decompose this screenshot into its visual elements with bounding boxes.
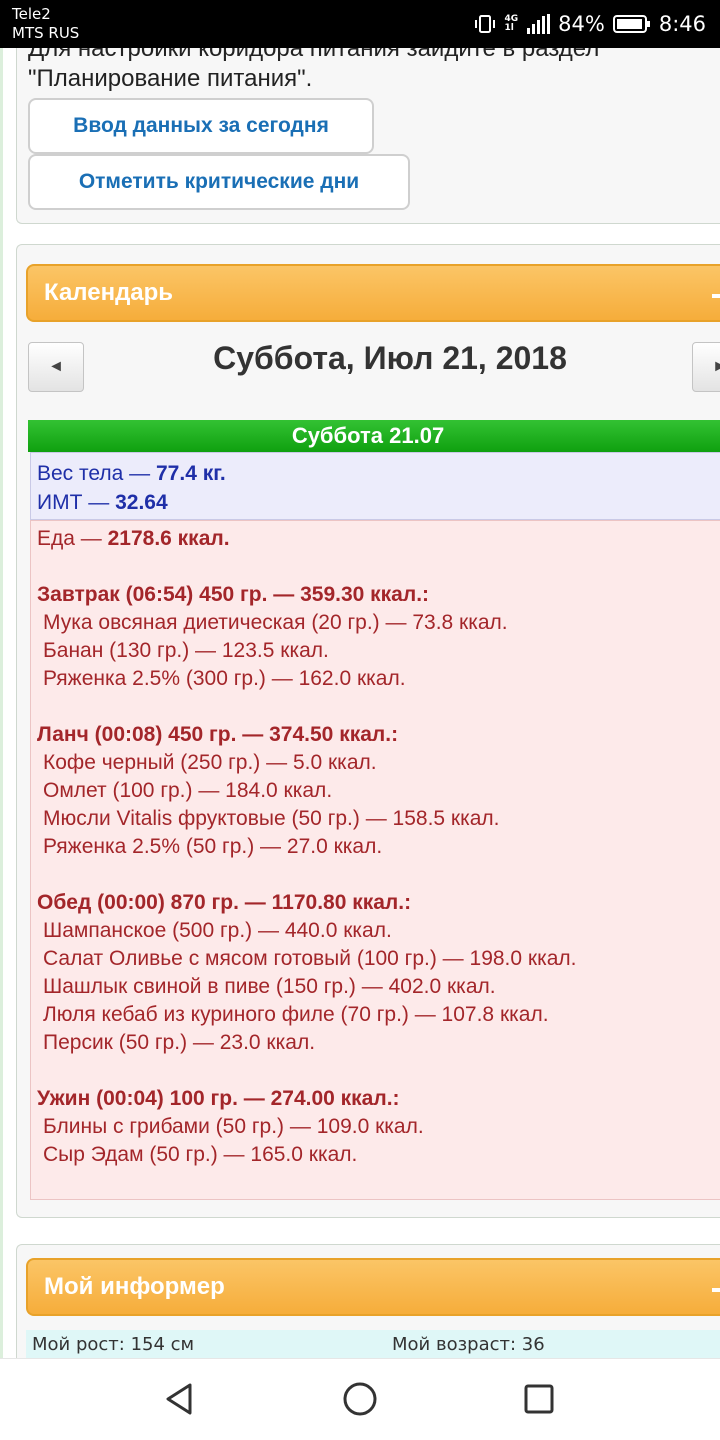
meal-breakfast: Завтрак (06:54) 450 гр. — 359.30 ккал.: … bbox=[37, 581, 720, 693]
food-label: Еда — bbox=[37, 527, 108, 550]
meal-item: Люля кебаб из куриного филе (70 гр.) — 1… bbox=[43, 1003, 549, 1026]
back-icon[interactable] bbox=[162, 1381, 198, 1417]
meal-title: Ужин (00:04) 100 гр. — 274.00 ккал.: bbox=[37, 1087, 400, 1110]
carrier-2: MTS RUS bbox=[12, 24, 80, 42]
home-icon[interactable] bbox=[342, 1381, 378, 1417]
bmi-value: 32.64 bbox=[115, 491, 168, 514]
next-day-button[interactable]: ► bbox=[692, 342, 720, 392]
weight-label: Вес тела — bbox=[37, 462, 156, 485]
carrier-1: Tele2 bbox=[12, 5, 51, 23]
battery-icon bbox=[612, 15, 650, 33]
meal-item: Сыр Эдам (50 гр.) — 165.0 ккал. bbox=[43, 1143, 358, 1166]
meal-item: Блины с грибами (50 гр.) — 109.0 ккал. bbox=[43, 1115, 424, 1138]
meal-item: Ряженка 2.5% (300 гр.) — 162.0 ккал. bbox=[43, 667, 406, 690]
weight-value: 77.4 кг. bbox=[156, 462, 226, 485]
meal-item: Шашлык свиной в пиве (150 гр.) — 402.0 к… bbox=[43, 975, 496, 998]
meal-item: Мука овсяная диетическая (20 гр.) — 73.8… bbox=[43, 611, 508, 634]
meal-title: Завтрак (06:54) 450 гр. — 359.30 ккал.: bbox=[37, 583, 430, 606]
meal-supper: Ужин (00:04) 100 гр. — 274.00 ккал.: Бли… bbox=[37, 1085, 720, 1169]
day-header: Суббота 21.07 bbox=[28, 420, 720, 452]
weight-box: Вес тела — 77.4 кг. ИМТ — 32.64 bbox=[30, 452, 720, 520]
meal-item: Кофе черный (250 гр.) — 5.0 ккал. bbox=[43, 751, 377, 774]
collapse-icon[interactable] bbox=[712, 294, 720, 298]
informer-strip: Мой рост: 154 см Мой возраст: 36 bbox=[26, 1330, 720, 1358]
vibrate-icon bbox=[475, 15, 496, 33]
calendar-section-header[interactable]: Календарь bbox=[26, 264, 720, 322]
app-screen: Tele2 MTS RUS 4G 1l 84% 8:46 Для настрой… bbox=[0, 0, 720, 1440]
status-icons: 4G 1l 84% 8:46 bbox=[474, 10, 706, 38]
left-border bbox=[0, 48, 3, 1358]
meal-title: Обед (00:00) 870 гр. — 1170.80 ккал.: bbox=[37, 891, 412, 914]
bmi-label: ИМТ — bbox=[37, 491, 116, 514]
informer-age: Мой возраст: 36 bbox=[392, 1334, 545, 1355]
food-total: Еда — 2178.6 ккал. bbox=[37, 525, 720, 553]
battery-percent: 84% bbox=[558, 12, 605, 36]
meal-item: Шампанское (500 гр.) — 440.0 ккал. bbox=[43, 919, 392, 942]
status-bar: Tele2 MTS RUS 4G 1l 84% 8:46 bbox=[0, 0, 720, 48]
network-type-bottom: 1l bbox=[504, 23, 514, 33]
planning-note-line2: "Планирование питания". bbox=[28, 65, 313, 92]
signal-icon bbox=[527, 14, 551, 34]
informer-height: Мой рост: 154 см bbox=[32, 1334, 195, 1355]
system-nav-bar bbox=[0, 1358, 720, 1440]
informer-section-header[interactable]: Мой информер bbox=[26, 1258, 720, 1316]
meal-lunch: Ланч (00:08) 450 гр. — 374.50 ккал.: Коф… bbox=[37, 721, 720, 861]
informer-section-title: Мой информер bbox=[44, 1273, 225, 1300]
meal-item: Ряженка 2.5% (50 гр.) — 27.0 ккал. bbox=[43, 835, 383, 858]
network-type: 4G 1l bbox=[504, 15, 518, 33]
meal-dinner: Обед (00:00) 870 гр. — 1170.80 ккал.: Ша… bbox=[37, 889, 720, 1057]
collapse-icon[interactable] bbox=[712, 1288, 720, 1292]
right-arrow-icon: ► bbox=[712, 358, 720, 376]
calendar-section-title: Календарь bbox=[44, 279, 174, 306]
page-content[interactable]: Для настройки коридора питания зайдите в… bbox=[0, 48, 720, 1358]
left-arrow-icon: ◄ bbox=[48, 358, 64, 375]
meal-title: Ланч (00:08) 450 гр. — 374.50 ккал.: bbox=[37, 723, 399, 746]
food-box: Еда — 2178.6 ккал. Завтрак (06:54) 450 г… bbox=[30, 520, 720, 1200]
planning-note-line1: Для настройки коридора питания зайдите в… bbox=[28, 48, 600, 62]
meal-item: Омлет (100 гр.) — 184.0 ккал. bbox=[43, 779, 333, 802]
weight-row: Вес тела — 77.4 кг. bbox=[37, 459, 720, 488]
clock: 8:46 bbox=[658, 12, 706, 36]
mark-critical-days-button[interactable]: Отметить критические дни bbox=[28, 154, 410, 210]
meal-item: Мюсли Vitalis фруктовые (50 гр.) — 158.5… bbox=[43, 807, 500, 830]
meal-item: Банан (130 гр.) — 123.5 ккал. bbox=[43, 639, 329, 662]
bmi-row: ИМТ — 32.64 bbox=[37, 488, 720, 517]
meal-item: Персик (50 гр.) — 23.0 ккал. bbox=[43, 1031, 316, 1054]
enter-today-button[interactable]: Ввод данных за сегодня bbox=[28, 98, 374, 154]
food-value: 2178.6 ккал. bbox=[107, 527, 230, 550]
meal-item: Салат Оливье с мясом готовый (100 гр.) —… bbox=[43, 947, 577, 970]
prev-day-button[interactable]: ◄ bbox=[28, 342, 84, 392]
recent-apps-icon[interactable] bbox=[523, 1383, 555, 1415]
date-title: Суббота, Июл 21, 2018 bbox=[213, 340, 567, 376]
